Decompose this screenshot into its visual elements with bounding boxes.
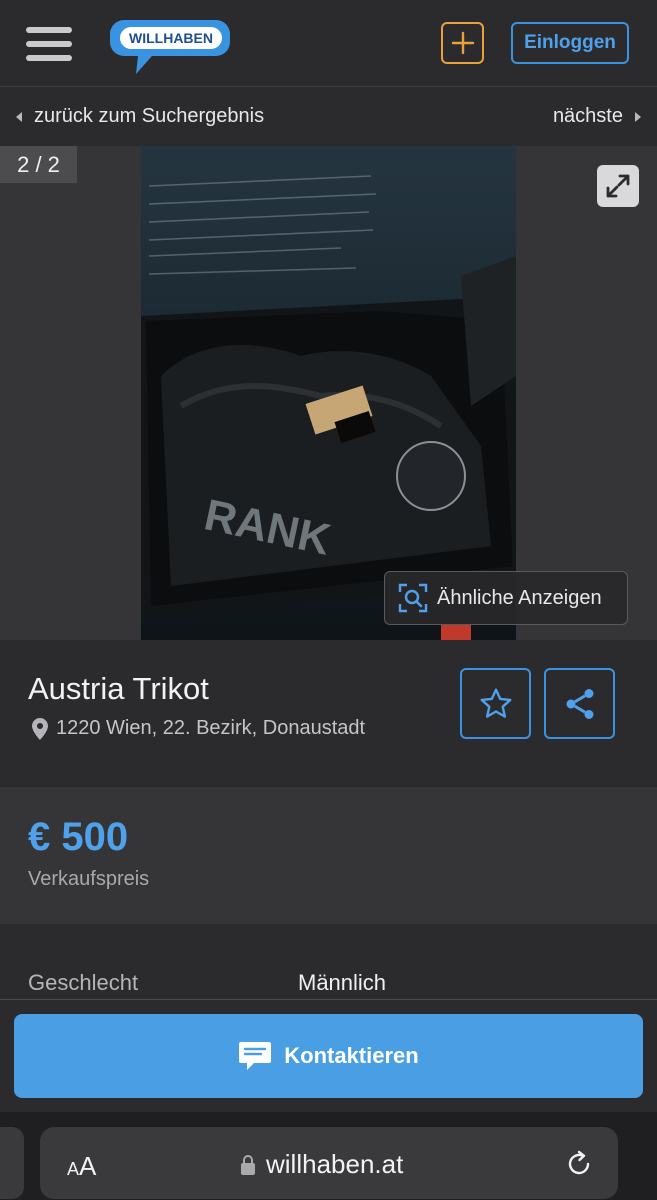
add-listing-button[interactable] xyxy=(441,22,484,64)
similar-ads-button[interactable]: Ähnliche Anzeigen xyxy=(384,571,628,625)
image-counter: 2 / 2 xyxy=(0,146,77,183)
price-value: € 500 xyxy=(28,815,129,859)
next-label: nächste xyxy=(552,105,623,127)
contact-button[interactable]: Kontaktieren xyxy=(14,1014,643,1098)
listing-photo[interactable]: RANK xyxy=(141,146,516,640)
result-navigation: zurück zum Suchergebnis nächste xyxy=(0,88,657,146)
favorite-button[interactable] xyxy=(460,668,531,739)
browser-toolbar: AA willhaben.at xyxy=(0,1112,657,1200)
contact-bar: Kontaktieren xyxy=(0,1000,657,1112)
ad-title-section: Austria Trikot 1220 Wien, 22. Bezirk, Do… xyxy=(0,640,657,786)
back-to-results-link[interactable]: zurück zum Suchergebnis xyxy=(16,105,264,128)
menu-icon[interactable] xyxy=(26,27,72,61)
previous-tab[interactable] xyxy=(0,1127,24,1199)
attribute-key: Geschlecht xyxy=(28,970,139,995)
fullscreen-button[interactable] xyxy=(597,165,639,207)
url-display[interactable]: willhaben.at xyxy=(240,1149,403,1180)
ad-title: Austria Trikot xyxy=(28,671,209,706)
attribute-value: Männlich xyxy=(298,970,387,995)
share-icon xyxy=(566,688,593,719)
similar-ads-label: Ähnliche Anzeigen xyxy=(437,586,602,609)
chat-bubble-icon xyxy=(239,1042,272,1070)
caret-right-icon xyxy=(635,111,641,122)
back-label: zurück zum Suchergebnis xyxy=(34,105,265,127)
reader-settings-button[interactable]: AA xyxy=(67,1151,96,1182)
logo-text: WILLHABEN xyxy=(129,30,213,46)
price-type-label: Verkaufspreis xyxy=(28,868,150,890)
next-ad-link[interactable]: nächste xyxy=(553,105,641,128)
share-button[interactable] xyxy=(544,668,615,739)
location-pin-icon xyxy=(32,717,48,740)
reload-button[interactable] xyxy=(564,1149,594,1184)
reload-icon xyxy=(568,1150,590,1175)
attributes-section: Geschlecht Männlich xyxy=(0,924,657,1000)
plus-icon xyxy=(451,31,474,55)
price-section: € 500 Verkaufspreis xyxy=(0,787,657,924)
url-text: willhaben.at xyxy=(266,1149,404,1179)
contact-label: Kontaktieren xyxy=(284,1043,419,1068)
image-gallery[interactable]: RANK 2 / 2 Ähnliche Anzeigen xyxy=(0,146,657,640)
expand-icon xyxy=(606,174,630,198)
location-text: 1220 Wien, 22. Bezirk, Donaustadt xyxy=(56,717,366,739)
top-header: WILLHABEN Einloggen xyxy=(0,0,657,87)
lock-icon xyxy=(241,1154,255,1175)
willhaben-logo[interactable]: WILLHABEN xyxy=(110,16,232,76)
login-button[interactable]: Einloggen xyxy=(511,22,629,64)
star-icon xyxy=(480,688,511,718)
caret-left-icon xyxy=(16,111,22,122)
address-bar[interactable]: AA willhaben.at xyxy=(40,1127,618,1199)
ad-location: 1220 Wien, 22. Bezirk, Donaustadt xyxy=(32,717,365,740)
image-search-icon xyxy=(398,583,428,613)
